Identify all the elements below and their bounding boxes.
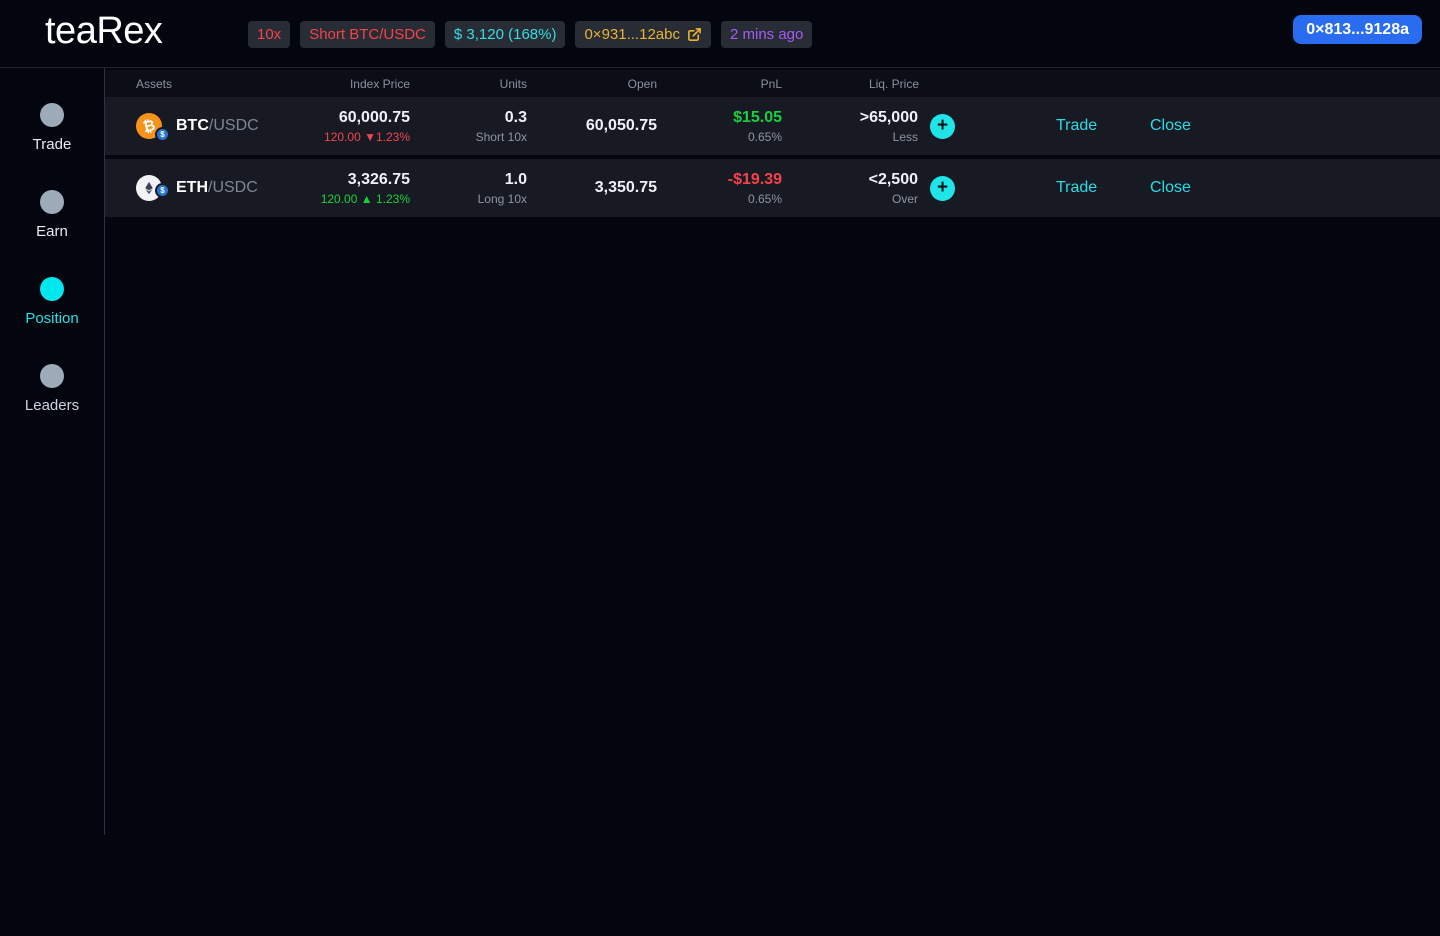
sidebar-nav: Trade Earn Position Leaders (0, 68, 105, 835)
sidebar-item-label: Trade (32, 136, 72, 153)
index-price-value: 3,326.75 (347, 170, 410, 188)
position-direction-label: Short BTC/USDC (309, 26, 426, 43)
index-price-change: 120.00 ▲ 1.23% (305, 192, 410, 206)
units-direction: Long 10x (477, 191, 527, 206)
leverage-badge-label: 10x (257, 26, 282, 43)
open-price-cell: 60,050.75 (532, 117, 662, 135)
close-action-cell: Close (1107, 179, 1295, 197)
last-update-label: 2 mins ago (729, 26, 804, 43)
pair-name: BTC/USDC (176, 117, 259, 135)
wallet-address-button[interactable]: 0×813...9128a (1293, 15, 1422, 44)
pnl-value: -$19.39 (727, 170, 782, 188)
index-price-value: 60,000.75 (338, 108, 410, 126)
pnl-value: $15.05 (733, 108, 782, 126)
last-update-badge: 2 mins ago (720, 21, 813, 48)
leaders-icon (40, 364, 64, 388)
external-link-icon[interactable] (687, 27, 702, 42)
index-price-cell: 3,326.75 120.00 ▲ 1.23% (305, 171, 415, 206)
column-header-open: Open (627, 76, 657, 91)
sidebar-item-position[interactable]: Position (25, 277, 79, 327)
trade-icon (39, 103, 64, 127)
open-price-cell: 3,350.75 (532, 179, 662, 197)
liq-price-sub: Over (891, 191, 918, 206)
index-change-value: 120.00 (324, 129, 361, 144)
base-asset: ETH (176, 179, 208, 196)
liq-price-sub: Less (892, 129, 918, 144)
top-bar: teaRex 10x Short BTC/USDC $ 3,120 (168%)… (0, 0, 1440, 68)
position-value-badge: $ 3,120 (168%) (444, 21, 566, 48)
sidebar-item-label: Position (25, 310, 79, 327)
liq-price-cell: <2,500 Over + (787, 171, 957, 206)
pnl-pct: 0.65% (747, 129, 782, 144)
sidebar-item-earn[interactable]: Earn (36, 190, 68, 240)
close-action-cell: Close (1107, 117, 1295, 135)
position-direction-badge: Short BTC/USDC (300, 21, 435, 48)
open-price-value: 3,350.75 (594, 179, 657, 196)
liq-price-cell: >65,000 Less + (787, 109, 957, 144)
index-change-value: 120.00 (320, 191, 358, 206)
liq-price-value: <2,500 (868, 170, 918, 188)
units-cell: 0.3 Short 10x (415, 109, 532, 144)
earn-icon (40, 190, 64, 214)
add-margin-button[interactable]: + (930, 113, 955, 139)
usdc-icon: $ (155, 183, 170, 198)
pnl-cell: $15.05 0.65% (662, 109, 787, 144)
position-icon (40, 277, 64, 301)
position-value-label: $ 3,120 (168%) (453, 26, 557, 43)
eth-usdc-icon-pair: $ (136, 175, 170, 201)
trade-link[interactable]: Trade (1056, 117, 1097, 134)
close-link[interactable]: Close (1150, 117, 1191, 134)
column-header-pnl: PnL (760, 76, 782, 91)
contract-address-label: 0×931...12abc (584, 26, 680, 43)
sidebar-item-trade[interactable]: Trade (32, 103, 72, 153)
base-asset: BTC (176, 117, 209, 134)
units-cell: 1.0 Long 10x (415, 171, 532, 206)
positions-table-header: Assets Index Price Units Open PnL Liq. P… (105, 70, 1440, 97)
positions-panel: Assets Index Price Units Open PnL Liq. P… (105, 68, 1440, 835)
liq-price-value: >65,000 (859, 108, 918, 126)
plus-icon: + (936, 176, 949, 198)
index-price-cell: 60,000.75 120.00 ▼1.23% (305, 109, 415, 144)
quote-asset: /USDC (208, 179, 258, 196)
pnl-pct: 0.65% (747, 191, 782, 206)
index-change-pct: ▼1.23% (364, 129, 410, 144)
plus-icon: + (936, 114, 949, 136)
trade-action-cell: Trade (957, 117, 1107, 135)
units-direction: Short 10x (475, 129, 527, 144)
liq-price-text: >65,000 Less (860, 109, 918, 144)
sidebar-item-label: Earn (36, 223, 68, 240)
position-row-btc-usdc: ₿ $ BTC/USDC 60,000.75 120.00 ▼1.23% 0.3… (105, 97, 1440, 155)
trade-action-cell: Trade (957, 179, 1107, 197)
column-header-index-price: Index Price (349, 76, 410, 91)
contract-address-badge[interactable]: 0×931...12abc (575, 21, 711, 48)
column-header-liq-price: Liq. Price (868, 76, 919, 91)
position-row-eth-usdc: $ ETH/USDC 3,326.75 120.00 ▲ 1.23% 1.0 L… (105, 159, 1440, 217)
btc-usdc-icon-pair: ₿ $ (136, 113, 170, 142)
pair-name: ETH/USDC (176, 179, 258, 197)
sidebar-item-label: Leaders (24, 397, 80, 414)
leverage-badge: 10x (248, 21, 291, 48)
asset-cell: $ ETH/USDC (105, 175, 305, 201)
app-logo: teaRex (45, 10, 163, 52)
asset-cell: ₿ $ BTC/USDC (105, 113, 305, 142)
trade-link[interactable]: Trade (1056, 179, 1097, 196)
usdc-icon: $ (155, 127, 170, 142)
quote-asset: /USDC (208, 117, 259, 134)
sidebar-item-leaders[interactable]: Leaders (25, 364, 79, 414)
units-value: 0.3 (504, 108, 527, 126)
index-change-pct: ▲ 1.23% (360, 191, 410, 206)
units-value: 1.0 (504, 170, 527, 188)
position-summary-badges: 10x Short BTC/USDC $ 3,120 (168%) 0×931.… (248, 21, 813, 48)
liq-price-text: <2,500 Over (869, 171, 918, 206)
open-price-value: 60,050.75 (585, 117, 657, 134)
add-margin-button[interactable]: + (930, 175, 955, 201)
pnl-cell: -$19.39 0.65% (662, 171, 787, 206)
index-price-change: 120.00 ▼1.23% (305, 130, 410, 144)
column-header-assets: Assets (136, 76, 173, 91)
close-link[interactable]: Close (1150, 179, 1191, 196)
column-header-units: Units (499, 76, 527, 91)
